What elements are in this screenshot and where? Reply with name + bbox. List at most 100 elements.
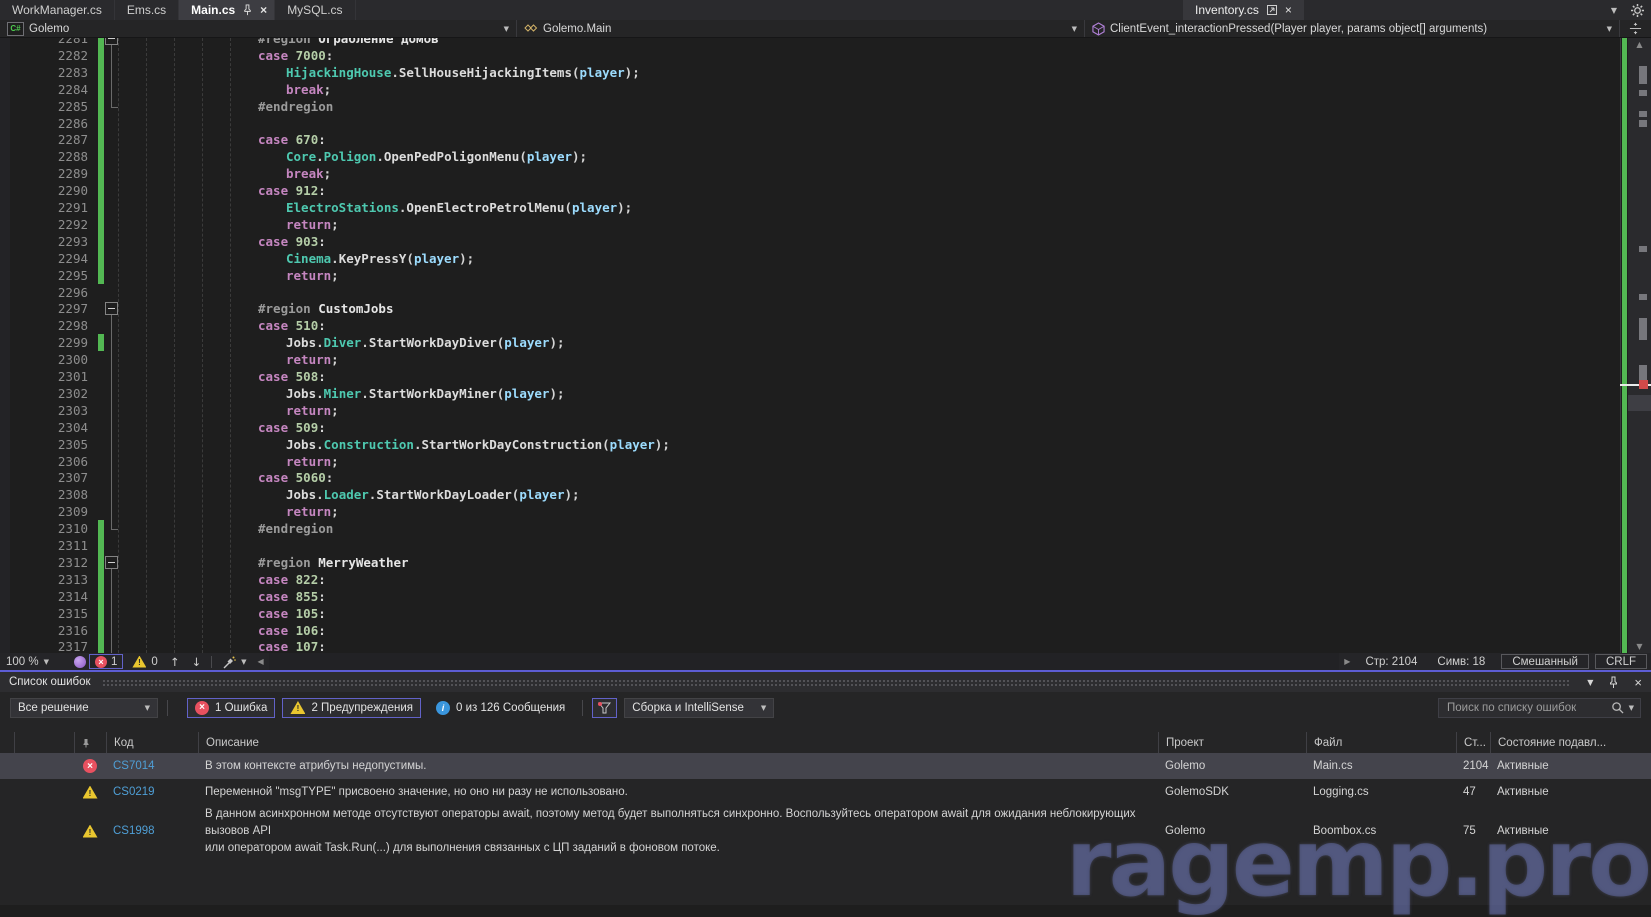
code-line-2304[interactable]: 2304case 509: (0, 419, 1618, 436)
code-line-2315[interactable]: 2315case 105: (0, 605, 1618, 622)
code-line-2313[interactable]: 2313case 822: (0, 571, 1618, 588)
column-header-7[interactable]: Ст... (1456, 732, 1490, 753)
code-line-2301[interactable]: 2301case 508: (0, 368, 1618, 385)
code-line-2303[interactable]: 2303return; (0, 402, 1618, 419)
close-tab-icon[interactable]: × (260, 4, 267, 16)
column-header-8[interactable]: Состояние подавл... (1490, 732, 1651, 753)
column-header-1[interactable] (14, 732, 74, 753)
tab-main-cs[interactable]: Main.cs× (179, 0, 275, 20)
column-header-4[interactable]: Описание (198, 732, 1158, 753)
code-line-2299[interactable]: 2299Jobs.Diver.StartWorkDayDiver(player)… (0, 334, 1618, 351)
tab-list-chevron-icon[interactable]: ▼ (1604, 0, 1624, 20)
code-line-2308[interactable]: 2308Jobs.Loader.StartWorkDayLoader(playe… (0, 486, 1618, 503)
split-editor-button[interactable] (1620, 20, 1651, 37)
code-line-2290[interactable]: 2290case 912: (0, 182, 1618, 199)
error-code-link[interactable]: CS7014 (106, 760, 198, 772)
code-line-2300[interactable]: 2300return; (0, 351, 1618, 368)
tab-inventory[interactable]: Inventory.cs × (1183, 0, 1304, 20)
intellicode-icon[interactable] (74, 656, 86, 668)
column-header-0[interactable] (0, 732, 14, 753)
column-header-6[interactable]: Файл (1306, 732, 1456, 753)
code-line-2312[interactable]: 2312#region MerryWeather (0, 554, 1618, 571)
member-dropdown[interactable]: ClientEvent_interactionPressed(Player pl… (1085, 20, 1620, 37)
code-line-2310[interactable]: 2310#endregion (0, 520, 1618, 537)
tab-mysql-cs[interactable]: MySQL.cs (275, 0, 355, 20)
fold-collapse-icon[interactable] (105, 556, 118, 569)
hscroll-track[interactable] (269, 653, 1340, 670)
fold-collapse-icon[interactable] (105, 38, 118, 45)
code-line-2291[interactable]: 2291ElectroStations.OpenElectroPetrolMen… (0, 199, 1618, 216)
code-line-2294[interactable]: 2294Cinema.KeyPressY(player); (0, 250, 1618, 267)
tab-workmanager-cs[interactable]: WorkManager.cs (0, 0, 115, 20)
code-line-2292[interactable]: 2292return; (0, 216, 1618, 233)
code-line-2305[interactable]: 2305Jobs.Construction.StartWorkDayConstr… (0, 436, 1618, 453)
panel-drag-grip[interactable] (102, 679, 1571, 686)
scroll-up-icon[interactable]: ▲ (1628, 40, 1651, 49)
code-line-2289[interactable]: 2289break; (0, 165, 1618, 182)
close-tab-icon[interactable]: × (1285, 4, 1292, 16)
column-header-5[interactable]: Проект (1158, 732, 1306, 753)
error-indicator[interactable]: × 1 (89, 654, 123, 669)
errors-filter-button[interactable]: × 1 Ошибка (187, 698, 275, 718)
code-line-2287[interactable]: 2287case 670: (0, 131, 1618, 148)
tab-ems-cs[interactable]: Ems.cs (115, 0, 179, 20)
messages-filter-button[interactable]: i 0 из 126 Сообщения (428, 698, 573, 718)
code-line-2317[interactable]: 2317case 107: (0, 638, 1618, 653)
scroll-right-icon[interactable]: ▶ (1339, 657, 1355, 666)
code-line-2311[interactable]: 2311 (0, 537, 1618, 554)
column-header-3[interactable]: Код (106, 732, 198, 753)
promote-preview-tab-icon[interactable] (1266, 4, 1278, 16)
warning-indicator[interactable]: ! 0 (126, 656, 163, 668)
type-dropdown[interactable]: Golemo.Main ▼ (517, 20, 1085, 37)
window-position-chevron-icon[interactable]: ▼ (1587, 678, 1593, 687)
vertical-scrollbar[interactable]: ▲ ▼ (1628, 38, 1651, 653)
code-line-2293[interactable]: 2293case 903: (0, 233, 1618, 250)
error-search-input[interactable] (1445, 701, 1606, 715)
code-line-2295[interactable]: 2295return; (0, 267, 1618, 284)
code-line-2288[interactable]: 2288Core.Poligon.OpenPedPoligonMenu(play… (0, 148, 1618, 165)
scrollbar-thumb[interactable] (1628, 395, 1651, 411)
prev-issue-button[interactable]: ↑ (164, 655, 186, 669)
project-dropdown[interactable]: C# Golemo ▼ (0, 20, 517, 37)
horizontal-scrollbar[interactable]: ◀ ▶ (252, 653, 1355, 670)
line-ending-indicator[interactable]: CRLF (1595, 654, 1647, 669)
panel-title-bar[interactable]: Список ошибок ▼ × (0, 672, 1651, 692)
pin-tab-icon[interactable] (242, 4, 253, 16)
code-line-2281[interactable]: 2281#region Ограбление домов (0, 38, 1618, 47)
scroll-left-icon[interactable]: ◀ (252, 657, 268, 666)
column-header-2[interactable] (74, 732, 106, 753)
code-cleanup-button[interactable]: ▼ (216, 655, 252, 669)
code-line-2316[interactable]: 2316case 106: (0, 622, 1618, 639)
warnings-filter-button[interactable]: ! 2 Предупреждения (282, 698, 421, 718)
scroll-down-icon[interactable]: ▼ (1628, 642, 1651, 651)
code-line-2298[interactable]: 2298case 510: (0, 317, 1618, 334)
next-issue-button[interactable]: ↓ (185, 655, 207, 669)
code-line-2284[interactable]: 2284break; (0, 81, 1618, 98)
error-search-box[interactable]: ▼ (1438, 698, 1641, 718)
code-editor[interactable]: ▲ ▼ 2281#region Ограбление домов2282case… (0, 38, 1651, 653)
code-line-2302[interactable]: 2302Jobs.Miner.StartWorkDayMiner(player)… (0, 385, 1618, 402)
error-code-link[interactable]: CS1998 (106, 825, 198, 837)
scope-filter-combo[interactable]: Все решение ▼ (10, 698, 158, 718)
source-filter-combo[interactable]: Сборка и IntelliSense ▼ (624, 698, 774, 718)
error-code-link[interactable]: CS0219 (106, 786, 198, 798)
pin-icon[interactable] (1608, 676, 1619, 689)
code-line-2296[interactable]: 2296 (0, 284, 1618, 301)
code-line-2307[interactable]: 2307case 5060: (0, 469, 1618, 486)
encoding-indicator[interactable]: Смешанный (1501, 654, 1589, 669)
error-row-CS1998[interactable]: !CS1998В данном асинхронном методе отсут… (0, 805, 1651, 857)
filter-button[interactable] (592, 698, 617, 718)
code-line-2306[interactable]: 2306return; (0, 453, 1618, 470)
close-icon[interactable]: × (1634, 675, 1642, 690)
code-line-2309[interactable]: 2309return; (0, 503, 1618, 520)
code-line-2285[interactable]: 2285#endregion (0, 98, 1618, 115)
code-line-2314[interactable]: 2314case 855: (0, 588, 1618, 605)
code-line-2282[interactable]: 2282case 7000: (0, 47, 1618, 64)
window-gear-icon[interactable] (1624, 0, 1651, 20)
code-line-2283[interactable]: 2283HijackingHouse.SellHouseHijackingIte… (0, 64, 1618, 81)
fold-collapse-icon[interactable] (105, 302, 118, 315)
error-row-CS7014[interactable]: ×CS7014В этом контексте атрибуты недопус… (0, 753, 1651, 779)
error-row-CS0219[interactable]: !CS0219Переменной "msgTYPE" присвоено зн… (0, 779, 1651, 805)
code-line-2297[interactable]: 2297#region CustomJobs (0, 300, 1618, 317)
zoom-select[interactable]: 100 % ▼ (0, 656, 74, 668)
